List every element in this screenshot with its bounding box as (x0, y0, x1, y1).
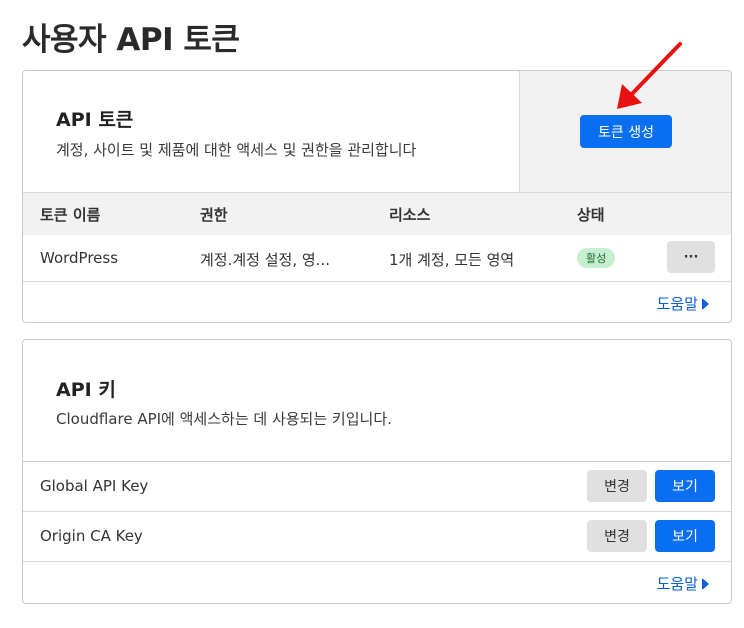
help-link-label: 도움말 (656, 575, 698, 593)
table-row: WordPress 계정.계정 설정, 영... 1개 계정, 모든 영역 활성… (23, 235, 731, 282)
column-header-status: 상태 (577, 206, 605, 224)
api-keys-card: API 키 Cloudflare API에 액세스하는 데 사용되는 키입니다.… (22, 339, 732, 604)
change-key-button[interactable]: 변경 (587, 470, 647, 502)
api-tokens-description: 계정, 사이트 및 제품에 대한 액세스 및 권한을 관리합니다 (56, 141, 417, 159)
api-key-name: Global API Key (40, 477, 149, 495)
list-item: Global API Key 변경 보기 (23, 462, 731, 512)
token-permissions-cell: 계정.계정 설정, 영... (200, 251, 330, 269)
api-tokens-title: API 토큰 (56, 109, 134, 131)
create-token-button[interactable]: 토큰 생성 (580, 115, 672, 148)
column-header-token-name: 토큰 이름 (40, 206, 101, 224)
token-name-cell: WordPress (40, 249, 119, 267)
api-key-name: Origin CA Key (40, 527, 143, 545)
api-keys-header: API 키 Cloudflare API에 액세스하는 데 사용되는 키입니다. (23, 340, 731, 462)
status-badge: 활성 (577, 248, 616, 268)
token-resources-cell: 1개 계정, 모든 영역 (389, 251, 515, 269)
triangle-right-icon (702, 577, 709, 590)
help-link[interactable]: 도움말 (657, 293, 709, 314)
list-item: Origin CA Key 변경 보기 (23, 512, 731, 562)
help-link-label: 도움말 (656, 295, 698, 313)
view-key-button[interactable]: 보기 (655, 520, 715, 552)
more-horizontal-icon[interactable]: ··· (667, 241, 715, 273)
api-keys-description: Cloudflare API에 액세스하는 데 사용되는 키입니다. (56, 410, 392, 428)
page-title: 사용자 API 토큰 (22, 22, 240, 58)
api-tokens-header: API 토큰 계정, 사이트 및 제품에 대한 액세스 및 권한을 관리합니다 … (23, 71, 731, 193)
help-link[interactable]: 도움말 (657, 573, 709, 594)
triangle-right-icon (702, 297, 709, 310)
view-key-button[interactable]: 보기 (655, 470, 715, 502)
tokens-table-header: 토큰 이름 권한 리소스 상태 (23, 193, 731, 235)
column-header-permissions: 권한 (200, 206, 228, 224)
api-tokens-header-actions: 토큰 생성 (519, 71, 731, 192)
api-keys-title: API 키 (56, 379, 116, 401)
column-header-resources: 리소스 (389, 206, 431, 224)
change-key-button[interactable]: 변경 (587, 520, 647, 552)
api-tokens-card: API 토큰 계정, 사이트 및 제품에 대한 액세스 및 권한을 관리합니다 … (22, 70, 732, 323)
api-tokens-header-info: API 토큰 계정, 사이트 및 제품에 대한 액세스 및 권한을 관리합니다 (23, 71, 519, 192)
